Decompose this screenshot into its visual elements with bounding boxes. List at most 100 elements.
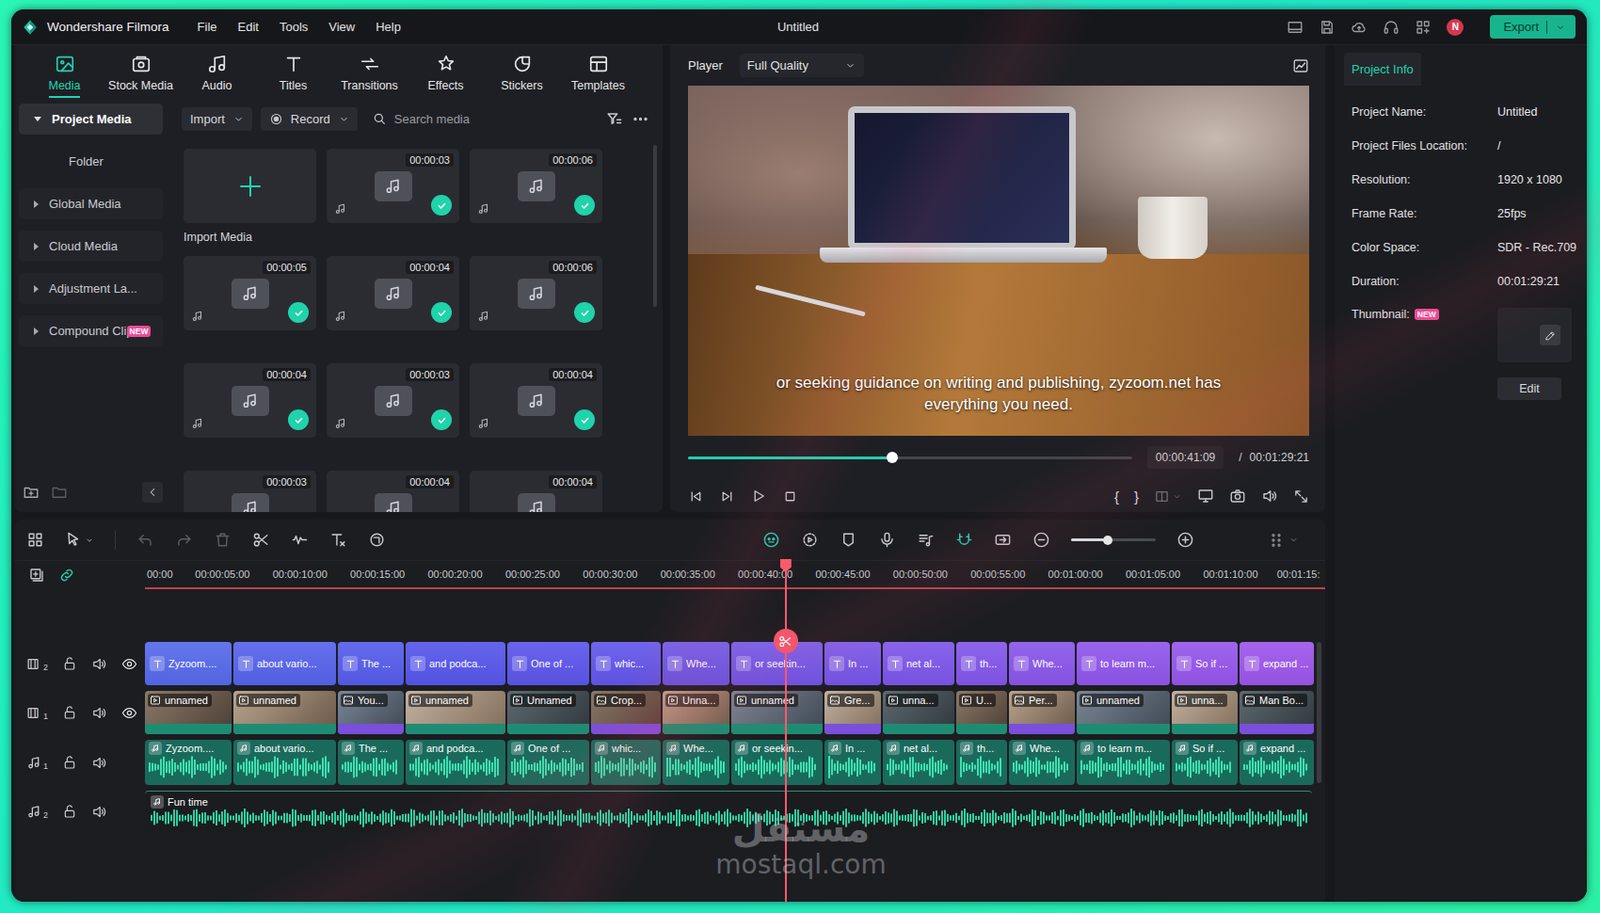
voiceover-button[interactable] <box>878 530 896 549</box>
audio-clip[interactable]: In ... <box>824 739 881 785</box>
audio-clip[interactable]: to learn m... <box>1076 739 1170 785</box>
next-frame-icon[interactable] <box>719 488 736 505</box>
audio-clip[interactable]: So if ... <box>1171 739 1238 785</box>
media-item[interactable]: 00:00:03 <box>183 470 317 512</box>
account-avatar[interactable]: N <box>1446 18 1464 36</box>
progress-knob[interactable] <box>886 451 898 464</box>
zoom-knob[interactable] <box>1103 535 1113 545</box>
ai-assistant-icon[interactable] <box>762 530 781 549</box>
audio-clip[interactable]: Whe... <box>662 739 730 785</box>
video-clip[interactable]: Crop... <box>591 690 661 735</box>
sidebar-item[interactable]: Project Media <box>18 103 163 135</box>
video-clip[interactable]: unnamed <box>144 690 232 735</box>
sidebar-item[interactable]: Compound ClipNEW <box>18 315 163 347</box>
menu-item[interactable]: Edit <box>238 19 259 34</box>
record-dropdown[interactable]: Record <box>260 107 358 131</box>
cloud-icon[interactable] <box>1350 18 1368 36</box>
audio-clip[interactable]: and podca... <box>405 739 506 785</box>
audio-clip[interactable]: The ... <box>337 739 404 785</box>
edit-button[interactable]: Edit <box>1497 377 1562 400</box>
previous-frame-icon[interactable] <box>688 488 704 505</box>
visibility-toggle[interactable] <box>121 656 138 672</box>
save-icon[interactable] <box>1318 18 1336 36</box>
title-clip[interactable]: or seekin... <box>731 641 823 686</box>
text-to-speech-icon[interactable] <box>329 530 348 549</box>
split-button[interactable] <box>252 530 271 549</box>
playhead[interactable] <box>784 560 787 902</box>
video-clip[interactable]: Per... <box>1008 690 1075 735</box>
media-tab[interactable]: Stock Media <box>102 45 179 100</box>
plus-icon[interactable] <box>236 172 265 201</box>
menu-item[interactable]: Tools <box>279 19 308 34</box>
video-clip[interactable]: You... <box>337 690 404 735</box>
panel-tab[interactable]: Project Info <box>1344 52 1422 86</box>
menu-item[interactable]: File <box>197 19 218 34</box>
quality-dropdown[interactable]: Full Quality <box>739 53 864 78</box>
lock-icon[interactable] <box>62 704 78 720</box>
voiceover-icon[interactable] <box>878 530 896 549</box>
layout-icon[interactable] <box>1286 18 1304 36</box>
media-tab[interactable]: Media <box>26 45 103 100</box>
lock-icon[interactable] <box>62 656 78 672</box>
add-track-icon[interactable] <box>28 566 46 584</box>
scrollbar[interactable] <box>653 144 657 307</box>
track-height-icon[interactable] <box>1267 531 1285 549</box>
video-clip[interactable]: U... <box>956 690 1008 735</box>
snapshot-icon[interactable] <box>1229 487 1247 505</box>
media-item[interactable]: 00:00:03 <box>326 363 460 471</box>
crop-button[interactable] <box>368 530 386 549</box>
title-clip[interactable]: and podca... <box>405 641 506 686</box>
display-icon[interactable] <box>1197 487 1215 505</box>
title-clip[interactable]: So if ... <box>1171 641 1238 686</box>
import-media[interactable]: Import Media <box>183 148 317 256</box>
speed-button[interactable] <box>800 530 819 549</box>
redo-icon[interactable] <box>175 530 193 549</box>
lock-icon[interactable] <box>62 754 78 770</box>
audio-clip[interactable]: whic... <box>591 739 661 785</box>
export-button[interactable]: Export <box>1489 15 1576 39</box>
audio-clip[interactable]: Whe... <box>1008 739 1075 785</box>
select-tool[interactable] <box>64 530 95 549</box>
replace-icon[interactable] <box>993 530 1012 549</box>
new-folder-icon[interactable] <box>22 483 40 501</box>
thumbnail[interactable] <box>1497 307 1572 363</box>
audio-clip[interactable]: One of ... <box>507 739 590 785</box>
ai-assistant-button[interactable] <box>762 530 781 549</box>
crop-icon[interactable] <box>368 530 386 549</box>
audio-edit-icon[interactable] <box>290 530 309 549</box>
zoom-in-button[interactable] <box>1176 530 1195 549</box>
audio-clip[interactable]: expand ... <box>1239 739 1314 785</box>
title-clip[interactable]: In ... <box>824 641 881 686</box>
menu-item[interactable]: View <box>328 19 355 34</box>
mark-out[interactable]: } <box>1134 488 1139 505</box>
chevron-down-icon[interactable] <box>1171 491 1183 502</box>
audio-mixer-icon[interactable] <box>916 530 935 549</box>
filter-icon[interactable] <box>605 110 624 128</box>
title-clip[interactable]: Whe... <box>1008 641 1075 686</box>
title-clip[interactable]: Whe... <box>662 641 730 686</box>
expand-arrow[interactable] <box>33 327 39 336</box>
layout-button[interactable] <box>26 530 45 549</box>
expand-arrow[interactable] <box>33 285 39 293</box>
mute-icon[interactable] <box>91 704 108 721</box>
title-clip[interactable]: expand ... <box>1239 641 1314 686</box>
media-tab[interactable]: Stickers <box>483 45 560 100</box>
audio-clip[interactable]: Zyzoom.... <box>144 739 232 785</box>
link-toggle[interactable] <box>58 566 76 584</box>
time-ruler[interactable]: 00:0000:00:05:0000:00:10:0000:00:15:0000… <box>144 560 1326 590</box>
media-tab[interactable]: Transitions <box>331 45 408 100</box>
title-clip[interactable]: whic... <box>591 641 661 686</box>
expand-arrow[interactable] <box>33 242 39 251</box>
more-icon[interactable] <box>631 110 650 128</box>
music-clip[interactable]: Fun time <box>144 790 1312 832</box>
replace-button[interactable] <box>993 530 1012 549</box>
title-clip[interactable]: about vario... <box>233 641 336 686</box>
chevron-left-icon[interactable] <box>145 485 160 499</box>
lock-icon[interactable] <box>62 803 78 819</box>
chevron-down-icon[interactable] <box>1288 534 1299 545</box>
media-tab[interactable]: Titles <box>255 45 332 100</box>
title-clip[interactable]: The ... <box>337 641 404 686</box>
split-view-icon[interactable] <box>1153 488 1170 505</box>
link-icon[interactable] <box>58 566 76 584</box>
video-clip[interactable]: Man Bo... <box>1239 690 1314 735</box>
